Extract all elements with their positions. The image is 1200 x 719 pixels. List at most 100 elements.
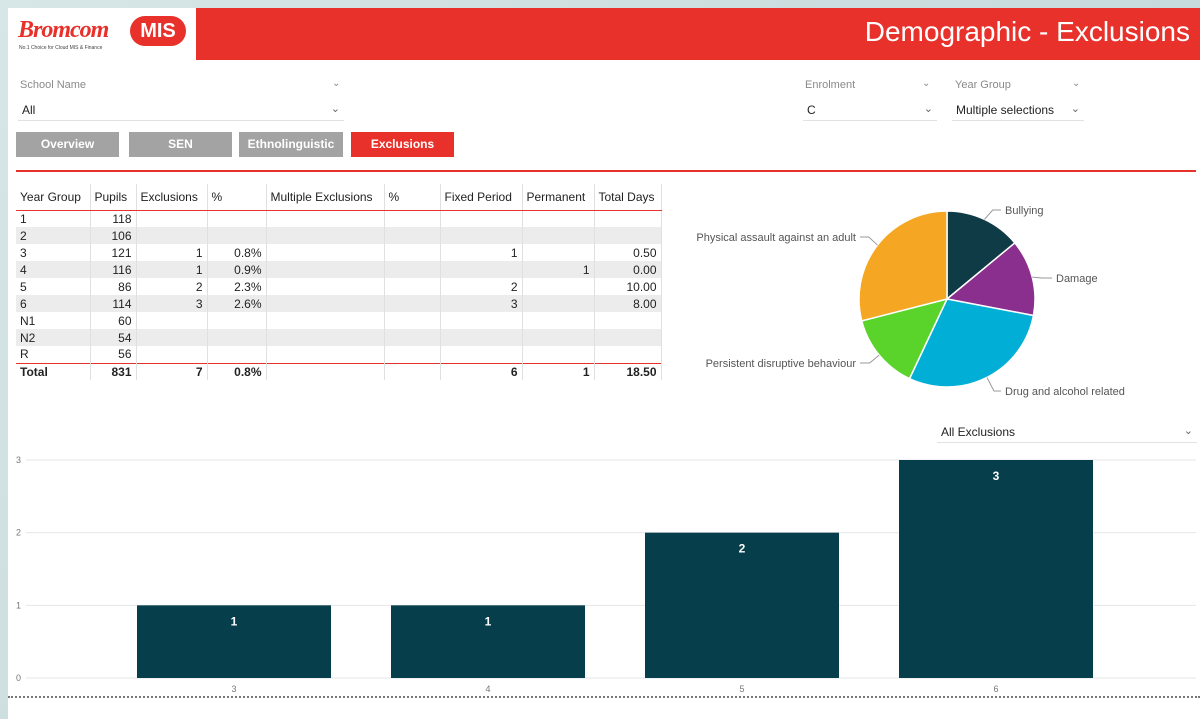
tab-sen[interactable]: SEN xyxy=(129,132,232,157)
section-divider xyxy=(16,170,1196,172)
col-header[interactable]: Total Days xyxy=(594,184,662,211)
table-cell: 3 xyxy=(440,295,523,312)
table-cell: 0.50 xyxy=(594,244,662,261)
table-cell xyxy=(440,312,523,329)
table-cell xyxy=(136,329,208,346)
table-cell: 10.00 xyxy=(594,278,662,295)
table-cell: 2 xyxy=(440,278,523,295)
table-total-cell: 0.8% xyxy=(207,362,267,380)
x-tick-label: 6 xyxy=(993,684,998,694)
x-tick-label: 4 xyxy=(485,684,490,694)
x-tick-label: 3 xyxy=(231,684,236,694)
table-cell: 3 xyxy=(136,295,208,312)
enrolment-dropdown-value: C xyxy=(807,103,816,117)
col-header[interactable]: Permanent xyxy=(522,184,595,211)
dotted-divider xyxy=(8,696,1200,698)
table-cell xyxy=(384,295,441,312)
tab-overview[interactable]: Overview xyxy=(16,132,119,157)
chevron-down-icon[interactable]: ⌄ xyxy=(332,78,340,89)
table-cell xyxy=(136,312,208,329)
table-cell xyxy=(440,210,523,227)
enrolment-filter-label: Enrolment xyxy=(805,79,856,91)
pie-leader-line xyxy=(860,354,880,364)
table-cell xyxy=(136,227,208,244)
table-cell xyxy=(522,244,595,261)
table-cell: 3 xyxy=(16,244,91,261)
table-cell: 0.00 xyxy=(594,261,662,278)
table-cell xyxy=(440,329,523,346)
pie-leader-line xyxy=(986,377,1001,392)
table-cell: R xyxy=(16,346,91,363)
chevron-down-icon[interactable]: ⌄ xyxy=(1072,78,1080,89)
chevron-down-icon[interactable]: ⌄ xyxy=(922,78,930,89)
bar-chart: 0 1 2 3 1 3 1 4 2 5 3 6 xyxy=(16,455,1196,694)
table-cell: 4 xyxy=(16,261,91,278)
table-cell xyxy=(594,346,662,363)
table-cell xyxy=(207,210,267,227)
col-header[interactable]: % xyxy=(207,184,267,211)
year-group-dropdown-value: Multiple selections xyxy=(956,103,1055,117)
table-cell xyxy=(266,346,385,363)
table-cell xyxy=(384,227,441,244)
pie-slice-label: Persistent disruptive behaviour xyxy=(706,358,857,370)
bar-value-label: 1 xyxy=(485,614,492,628)
pie-leader-line xyxy=(984,209,1001,220)
report-page: Bromcom MIS No.1 Choice for Cloud MIS & … xyxy=(8,8,1200,719)
table-cell xyxy=(266,295,385,312)
col-header[interactable]: % xyxy=(384,184,441,211)
table-cell xyxy=(594,210,662,227)
table-cell xyxy=(522,278,595,295)
enrolment-dropdown[interactable]: C ⌄ xyxy=(803,99,937,121)
table-cell xyxy=(522,312,595,329)
table-cell xyxy=(440,261,523,278)
bar[interactable] xyxy=(899,460,1093,678)
table-cell xyxy=(594,312,662,329)
table-cell xyxy=(522,295,595,312)
table-cell xyxy=(522,227,595,244)
table-cell xyxy=(266,227,385,244)
page-title: Demographic - Exclusions xyxy=(864,16,1190,47)
table-total-cell xyxy=(384,362,441,380)
col-header[interactable]: Pupils xyxy=(90,184,137,211)
table-cell: 118 xyxy=(90,210,137,227)
table-total-cell xyxy=(266,362,385,380)
table-cell xyxy=(522,210,595,227)
table-cell xyxy=(440,227,523,244)
exclusions-table: Year Group Pupils Exclusions % Multiple … xyxy=(16,184,662,380)
table-cell: 54 xyxy=(90,329,137,346)
year-group-dropdown[interactable]: Multiple selections ⌄ xyxy=(952,99,1084,121)
school-dropdown[interactable]: All ⌄ xyxy=(18,99,344,121)
table-cell: 0.9% xyxy=(207,261,267,278)
table-row: 4 116 1 0.9% 1 0.00 xyxy=(16,261,662,278)
pie-chart: Bullying Damage Drug and alcohol related Pe… xyxy=(696,205,1124,398)
table-cell: 56 xyxy=(90,346,137,363)
pie-slice-label: Physical assault against an adult xyxy=(696,232,856,244)
table-cell xyxy=(440,346,523,363)
table-cell xyxy=(594,329,662,346)
chevron-down-icon: ⌄ xyxy=(923,103,933,115)
table-cell: 0.8% xyxy=(207,244,267,261)
table-total-cell: 1 xyxy=(522,362,595,380)
table-cell xyxy=(266,312,385,329)
table-cell xyxy=(384,210,441,227)
bar-value-label: 1 xyxy=(231,614,238,628)
col-header[interactable]: Multiple Exclusions xyxy=(266,184,385,211)
table-cell: 6 xyxy=(16,295,91,312)
table-cell: 114 xyxy=(90,295,137,312)
table-cell xyxy=(207,329,267,346)
table-cell xyxy=(266,244,385,261)
table-cell: 121 xyxy=(90,244,137,261)
table-cell: 2.3% xyxy=(207,278,267,295)
tab-exclusions[interactable]: Exclusions xyxy=(351,132,454,157)
tab-ethnolinguistic[interactable]: Ethnolinguistic xyxy=(239,132,343,157)
col-header[interactable]: Exclusions xyxy=(136,184,208,211)
table-cell xyxy=(136,210,208,227)
table-cell: 1 xyxy=(16,210,91,227)
table-cell: 2 xyxy=(16,227,91,244)
table-row: 5 86 2 2.3% 2 10.00 xyxy=(16,278,662,295)
table-cell xyxy=(207,227,267,244)
col-header[interactable]: Fixed Period xyxy=(440,184,523,211)
col-header[interactable]: Year Group xyxy=(16,184,91,211)
bar-value-label: 2 xyxy=(739,542,746,556)
table-cell: 8.00 xyxy=(594,295,662,312)
